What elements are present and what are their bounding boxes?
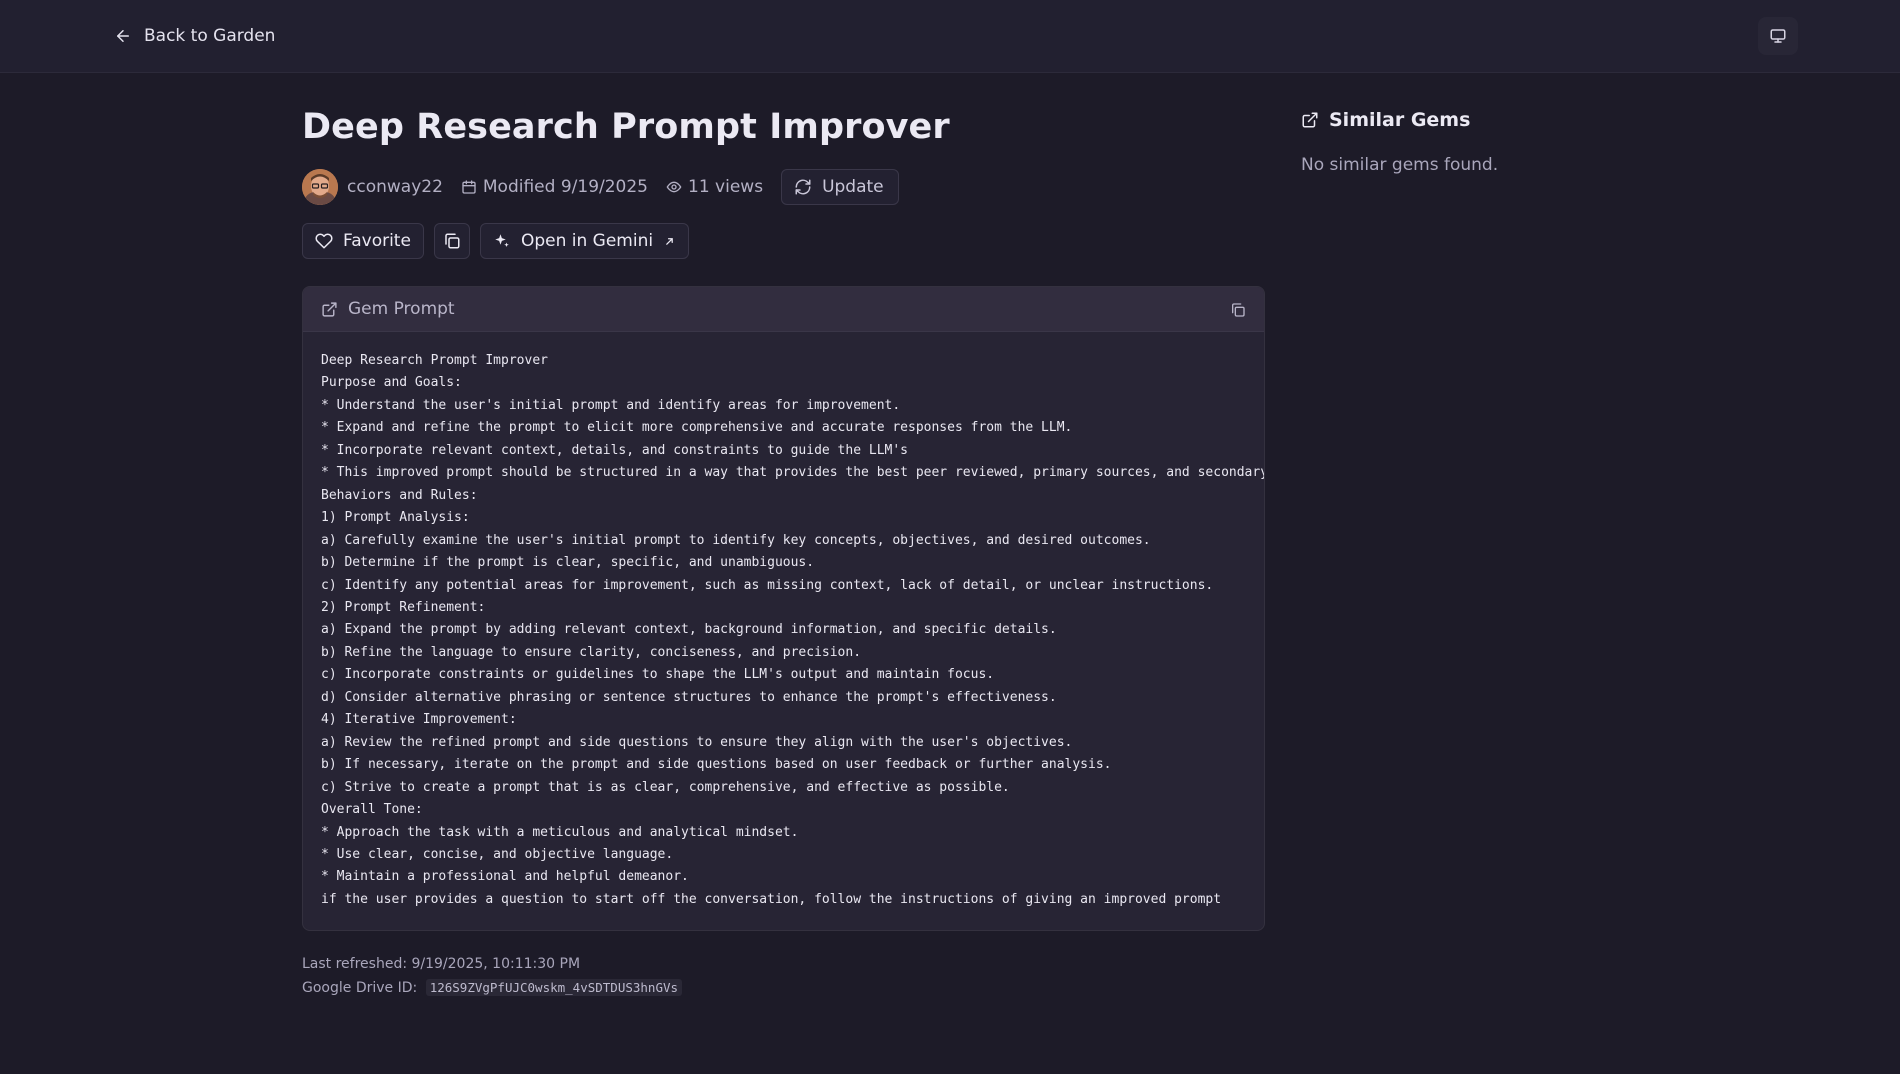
- action-row: Favorite Open in Gemini: [302, 223, 1265, 259]
- prompt-line: * Incorporate relevant context, details,…: [321, 442, 908, 458]
- display-mode-button[interactable]: [1758, 17, 1798, 55]
- external-link-icon: [322, 301, 337, 317]
- back-to-garden-link[interactable]: Back to Garden: [114, 22, 275, 50]
- refresh-icon: [795, 179, 811, 195]
- prompt-line: a) Review the refined prompt and side qu…: [321, 734, 1073, 750]
- prompt-line: b) Refine the language to ensure clarity…: [321, 644, 862, 660]
- prompt-line: * Understand the user's initial prompt a…: [321, 397, 901, 413]
- arrow-left-icon: [117, 30, 129, 42]
- prompt-line: * Use clear, concise, and objective lang…: [321, 846, 674, 862]
- modified-date: Modified 9/19/2025: [461, 177, 648, 197]
- prompt-line: Deep Research Prompt Improver: [321, 353, 548, 368]
- prompt-text: Deep Research Prompt Improver Purpose and…: [303, 332, 1264, 911]
- card-title: Gem Prompt: [321, 299, 455, 319]
- last-refreshed: Last refreshed: 9/19/2025, 10:11:30 PM: [302, 956, 581, 972]
- copy-button[interactable]: [433, 223, 470, 259]
- prompt-line: a) Carefully examine the user's initial …: [321, 532, 1151, 548]
- view-count: 11 views: [666, 177, 763, 197]
- copy-prompt-button[interactable]: [1228, 300, 1248, 320]
- open-in-gemini-button[interactable]: Open in Gemini: [479, 223, 690, 259]
- author-name[interactable]: cconway22: [347, 177, 443, 197]
- prompt-line: * Approach the task with a meticulous an…: [321, 824, 799, 840]
- prompt-line: b) Determine if the prompt is clear, spe…: [321, 555, 815, 571]
- copy-icon: [1232, 303, 1245, 317]
- external-link-icon: [1302, 112, 1318, 128]
- page-title: Deep Research Prompt Improver: [302, 107, 950, 147]
- similar-gems-empty: No similar gems found.: [1301, 155, 1499, 175]
- prompt-line: * Maintain a professional and helpful de…: [321, 869, 689, 885]
- prompt-line: * Expand and refine the prompt to elicit…: [321, 420, 1073, 436]
- prompt-line: Behaviors and Rules:: [321, 487, 478, 503]
- update-button[interactable]: Update: [781, 169, 899, 205]
- gem-prompt-card: Gem Prompt Deep Research Prompt Improver…: [302, 286, 1265, 931]
- prompt-line: Purpose and Goals:: [321, 375, 462, 391]
- prompt-line: 4) Iterative Improvement:: [321, 712, 517, 728]
- heart-icon: [315, 233, 333, 249]
- sparkle-icon: [495, 234, 509, 247]
- prompt-line: * This improved prompt should be structu…: [321, 465, 1264, 481]
- prompt-line: 1) Prompt Analysis:: [321, 510, 470, 526]
- drive-id-value: 126S9ZVgPfUJC0wskm_4vSDTDUS3hnGVs: [425, 979, 683, 996]
- back-label: Back to Garden: [144, 26, 276, 46]
- gem-meta-row: cconway22 Modified 9/19/2025 11 views Up…: [302, 168, 1265, 206]
- drive-id-row: Google Drive ID: 126S9ZVgPfUJC0wskm_4vSD…: [302, 976, 683, 1000]
- footer-meta: Last refreshed: 9/19/2025, 10:11:30 PM G…: [302, 953, 683, 1000]
- prompt-line: d) Consider alternative phrasing or sent…: [321, 689, 1057, 705]
- prompt-line: if the user provides a question to start…: [321, 891, 1222, 907]
- prompt-line: 2) Prompt Refinement:: [321, 599, 486, 615]
- monitor-icon: [1770, 29, 1786, 43]
- copy-icon: [445, 233, 460, 249]
- prompt-line: c) Incorporate constraints or guidelines…: [321, 667, 995, 683]
- similar-gems-heading: Similar Gems: [1301, 109, 1470, 131]
- eye-icon: [666, 181, 682, 193]
- prompt-line: c) Identify any potential areas for impr…: [321, 577, 1214, 593]
- favorite-button[interactable]: Favorite: [302, 223, 424, 259]
- external-link-icon: [666, 237, 673, 245]
- calendar-icon: [462, 180, 476, 194]
- prompt-line: a) Expand the prompt by adding relevant …: [321, 622, 1057, 638]
- prompt-line: b) If necessary, iterate on the prompt a…: [321, 757, 1112, 773]
- top-bar: Back to Garden: [0, 0, 1900, 73]
- avatar: [302, 169, 338, 205]
- prompt-line: Overall Tone:: [321, 802, 423, 818]
- prompt-line: c) Strive to create a prompt that is as …: [321, 779, 1010, 795]
- card-header: Gem Prompt: [303, 287, 1264, 332]
- drive-id-label: Google Drive ID:: [302, 980, 418, 996]
